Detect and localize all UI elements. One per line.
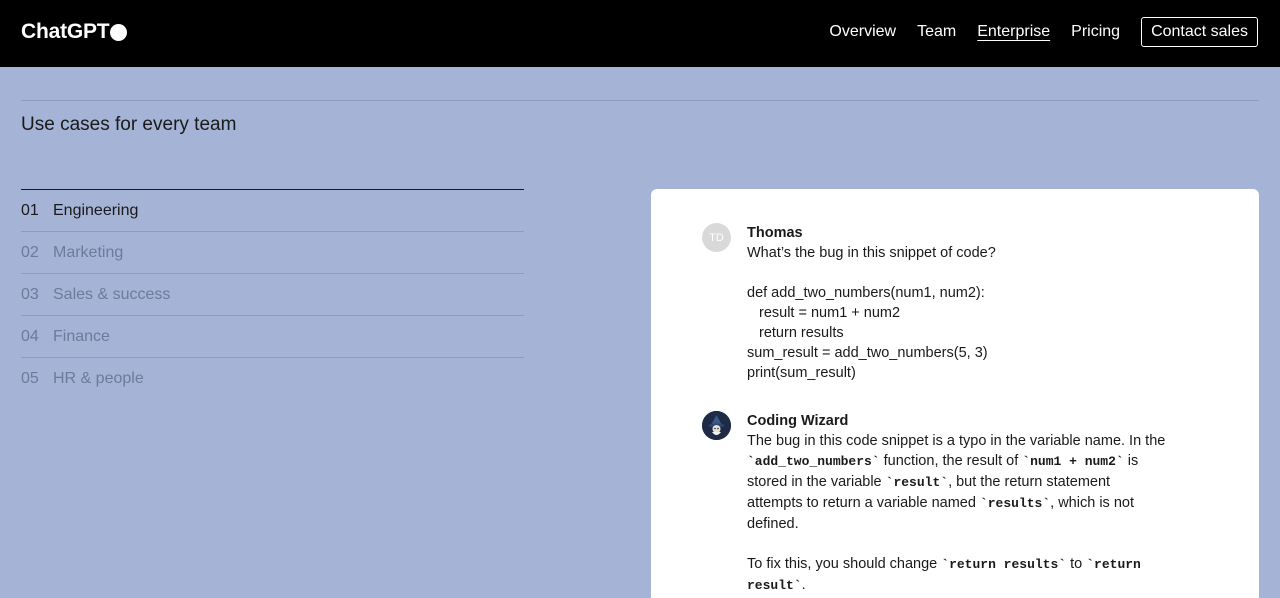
use-case-number: 03 [21, 285, 39, 303]
code-line: return results [759, 325, 844, 341]
section-title: Use cases for every team [21, 114, 237, 135]
use-case-label: Sales & success [53, 285, 171, 303]
logo-text: ChatGPT [21, 20, 110, 43]
use-case-label: Finance [53, 327, 110, 345]
code-line: print(sum_result) [747, 365, 856, 381]
section-divider [21, 100, 1259, 101]
nav-team[interactable]: Team [917, 23, 956, 41]
inline-code: `results` [979, 496, 1051, 511]
use-case-number: 02 [21, 243, 39, 261]
user-question: What’s the bug in this snippet of code? [747, 245, 996, 261]
bot-message-body: Coding Wizard The bug in this code snipp… [747, 411, 1167, 596]
use-case-label: Engineering [53, 201, 139, 219]
bot-fix-paragraph: To fix this, you should change `return r… [747, 556, 1141, 593]
use-case-label: Marketing [53, 243, 124, 261]
use-case-list: 01 Engineering 02 Marketing 03 Sales & s… [21, 189, 524, 399]
chat-example-card: TD Thomas What’s the bug in this snippet… [651, 189, 1259, 598]
inline-code: `add_two_numbers` [747, 454, 880, 469]
nav-enterprise[interactable]: Enterprise [977, 23, 1050, 41]
code-line: def add_two_numbers(num1, num2): [747, 285, 985, 301]
code-line: sum_result = add_two_numbers(5, 3) [747, 345, 988, 361]
inline-code: `num1 + num2` [1022, 454, 1124, 469]
inline-code: `result` [885, 475, 949, 490]
inline-code: `return results` [941, 557, 1067, 572]
use-case-number: 01 [21, 201, 39, 219]
use-case-sales-success[interactable]: 03 Sales & success [21, 273, 524, 315]
nav-pricing[interactable]: Pricing [1071, 23, 1120, 41]
user-name: Thomas [747, 225, 803, 241]
bot-name: Coding Wizard [747, 413, 849, 429]
nav-overview[interactable]: Overview [829, 23, 896, 41]
use-case-finance[interactable]: 04 Finance [21, 315, 524, 357]
use-case-label: HR & people [53, 369, 144, 387]
user-avatar: TD [702, 223, 731, 252]
use-case-engineering[interactable]: 01 Engineering [21, 189, 524, 231]
bot-message: Coding Wizard The bug in this code snipp… [702, 411, 1167, 596]
code-line: result = num1 + num2 [759, 305, 901, 321]
main-nav: Overview Team Enterprise Pricing Contact… [808, 17, 1258, 47]
logo-dot-icon [110, 23, 128, 41]
user-message: TD Thomas What’s the bug in this snippet… [702, 223, 1167, 383]
use-case-hr-people[interactable]: 05 HR & people [21, 357, 524, 399]
use-case-number: 05 [21, 369, 39, 387]
contact-sales-button[interactable]: Contact sales [1141, 17, 1258, 47]
chatgpt-logo[interactable]: ChatGPT [21, 20, 128, 44]
top-navigation-bar: ChatGPT Overview Team Enterprise Pricing… [0, 0, 1280, 67]
use-case-marketing[interactable]: 02 Marketing [21, 231, 524, 273]
bot-answer-paragraph: The bug in this code snippet is a typo i… [747, 433, 1166, 532]
wizard-avatar-icon [702, 411, 731, 440]
use-case-number: 04 [21, 327, 39, 345]
user-message-body: Thomas What’s the bug in this snippet of… [747, 223, 1167, 383]
